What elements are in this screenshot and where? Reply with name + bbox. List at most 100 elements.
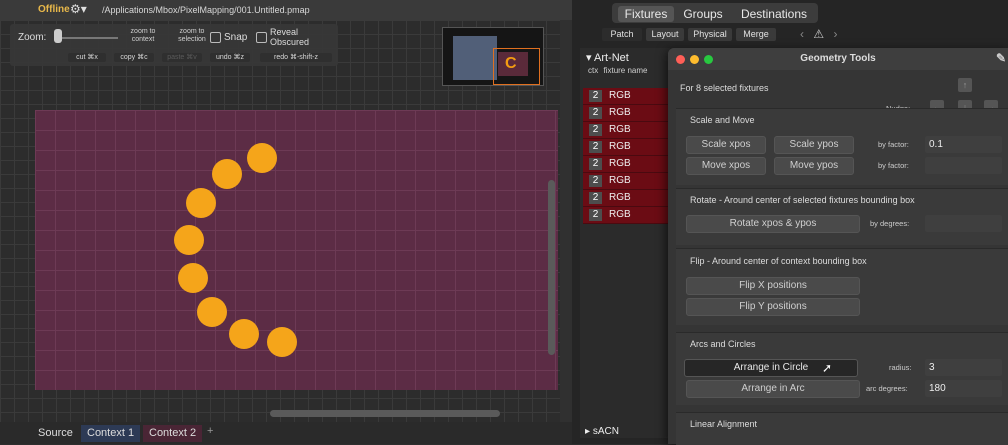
list-item[interactable]: 2 RGB	[583, 139, 668, 156]
rotate-button[interactable]: Rotate xpos & ypos	[686, 215, 860, 233]
linear-heading: Linear Alignment	[690, 419, 758, 429]
move-ypos-button[interactable]: Move ypos	[774, 157, 854, 175]
fixture-1[interactable]	[247, 143, 277, 173]
move-factor-field[interactable]	[925, 157, 1002, 174]
minimap-arc-glyph: C	[505, 55, 517, 72]
reveal-obscured-checkbox[interactable]	[256, 32, 267, 43]
tab-destinations[interactable]: Destinations	[734, 6, 814, 22]
list-item[interactable]: 2 RGB	[583, 88, 668, 105]
tab-physical[interactable]: Physical	[688, 28, 732, 41]
warning-icon: ⚠	[813, 27, 825, 41]
fixture-4[interactable]	[174, 225, 204, 255]
list-item[interactable]: 2 RGB	[583, 156, 668, 173]
cursor-icon: ➚	[822, 361, 833, 375]
list-item[interactable]: 2 RGB	[583, 105, 668, 122]
zoom-slider-track[interactable]	[56, 37, 118, 39]
pin-icon[interactable]: ✎	[996, 51, 1006, 65]
ctx-badge: 2	[589, 90, 602, 102]
fixture-8[interactable]	[267, 327, 297, 357]
copy-button[interactable]: copy ⌘c	[114, 53, 154, 62]
fixture-name: RGB	[609, 90, 631, 101]
arcs-heading: Arcs and Circles	[690, 339, 756, 349]
gear-icon[interactable]: ⚙▾	[70, 2, 87, 16]
artnet-columns: ctx fixture name	[588, 66, 648, 75]
list-item[interactable]: 2 RGB	[583, 207, 668, 224]
list-item[interactable]: 2 RGB	[583, 122, 668, 139]
tab-context-1[interactable]: Context 1	[81, 425, 141, 442]
fixture-name: RGB	[609, 107, 631, 118]
by-factor-label: by factor:	[878, 140, 909, 149]
scale-move-section: Scale and Move Scale xpos Scale ypos Mov…	[676, 108, 1008, 185]
tab-layout[interactable]: Layout	[646, 28, 684, 41]
ctx-badge: 2	[589, 192, 602, 204]
zoom-to-selection-button[interactable]: zoom to selection	[170, 28, 214, 44]
selection-count: For 8 selected fixtures	[680, 83, 769, 93]
tab-context-2[interactable]: Context 2	[143, 425, 203, 442]
sub-tabs: Patch Layout Physical Merge	[598, 26, 786, 42]
fixture-name: RGB	[609, 141, 631, 152]
nav-arrows: ‹ ⚠ ›	[800, 27, 837, 41]
snap-checkbox[interactable]	[210, 32, 221, 43]
redo-button[interactable]: redo ⌘-shift-z	[260, 53, 332, 62]
flip-heading: Flip - Around center of context bounding…	[690, 256, 867, 266]
zoom-to-context-button[interactable]: zoom to context	[122, 28, 164, 44]
scale-xpos-button[interactable]: Scale xpos	[686, 136, 766, 154]
arrange-arc-button[interactable]: Arrange in Arc	[686, 380, 860, 398]
title-bar: Offline ⚙▾ /Applications/Mbox/PixelMappi…	[0, 0, 572, 20]
pixel-grid[interactable]	[35, 110, 558, 390]
move-xpos-button[interactable]: Move xpos	[686, 157, 766, 175]
zoom-slider-knob[interactable]	[54, 29, 62, 43]
rotate-section: Rotate - Around center of selected fixtu…	[676, 188, 1008, 245]
paste-button[interactable]: paste ⌘v	[162, 53, 202, 62]
main-tabs: Fixtures Groups Destinations	[612, 3, 818, 23]
horizontal-scrollbar[interactable]	[270, 410, 500, 417]
by-factor-label-2: by factor:	[878, 161, 909, 170]
sacn-label: sACN	[592, 426, 619, 437]
fixture-list: 2 RGB 2 RGB 2 RGB 2 RGB 2 RGB 2 RGB 2 RGB 2 RGB	[583, 88, 668, 224]
nudge-up-icon[interactable]: ↑	[958, 78, 972, 92]
list-item[interactable]: 2 RGB	[583, 190, 668, 207]
fixture-2[interactable]	[212, 159, 242, 189]
arcs-section: Arcs and Circles Arrange in Circle ➚ Arr…	[676, 332, 1008, 405]
add-tab-icon[interactable]: +	[207, 425, 213, 437]
fixture-name: RGB	[609, 192, 631, 203]
chevron-right-icon[interactable]: ›	[833, 27, 837, 41]
geometry-title-bar: Geometry Tools ✎	[668, 48, 1008, 70]
pixel-map-window: Offline ⚙▾ /Applications/Mbox/PixelMappi…	[0, 0, 572, 444]
zoom-label: Zoom:	[18, 32, 47, 43]
ctx-badge: 2	[589, 209, 602, 221]
cut-button[interactable]: cut ⌘x	[68, 53, 106, 62]
artnet-header[interactable]: ▾ Art-Net	[586, 51, 629, 64]
tab-source[interactable]: Source	[32, 425, 79, 442]
arc-degrees-field[interactable]: 180	[925, 380, 1002, 397]
tab-groups[interactable]: Groups	[678, 6, 728, 22]
list-item[interactable]: 2 RGB	[583, 173, 668, 190]
fixture-7[interactable]	[229, 319, 259, 349]
minimap[interactable]: C	[442, 27, 544, 86]
tab-patch[interactable]: Patch	[602, 28, 642, 41]
chevron-left-icon[interactable]: ‹	[800, 27, 804, 41]
col-fixture-name: fixture name	[603, 66, 648, 75]
fixture-name: RGB	[609, 175, 631, 186]
fixture-6[interactable]	[197, 297, 227, 327]
ctx-badge: 2	[589, 141, 602, 153]
flip-x-button[interactable]: Flip X positions	[686, 277, 860, 295]
ctx-badge: 2	[589, 158, 602, 170]
tab-merge[interactable]: Merge	[736, 28, 776, 41]
scale-factor-field[interactable]: 0.1	[925, 136, 1002, 153]
sacn-section[interactable]: ▸ sACN	[585, 426, 619, 437]
ctx-badge: 2	[589, 124, 602, 136]
context-tab-bar: Source Context 1 Context 2 +	[0, 422, 572, 444]
fixture-3[interactable]	[186, 188, 216, 218]
tab-fixtures[interactable]: Fixtures	[618, 6, 674, 22]
fixture-5[interactable]	[178, 263, 208, 293]
arc-degrees-label: arc degrees:	[866, 384, 908, 393]
scale-ypos-button[interactable]: Scale ypos	[774, 136, 854, 154]
undo-button[interactable]: undo ⌘z	[210, 53, 250, 62]
reveal-obscured-label: Reveal Obscured	[270, 27, 310, 47]
offline-status: Offline	[38, 4, 70, 15]
rotate-degrees-field[interactable]	[925, 215, 1002, 232]
flip-y-button[interactable]: Flip Y positions	[686, 298, 860, 316]
radius-field[interactable]: 3	[925, 359, 1002, 376]
vertical-scrollbar[interactable]	[548, 180, 555, 355]
